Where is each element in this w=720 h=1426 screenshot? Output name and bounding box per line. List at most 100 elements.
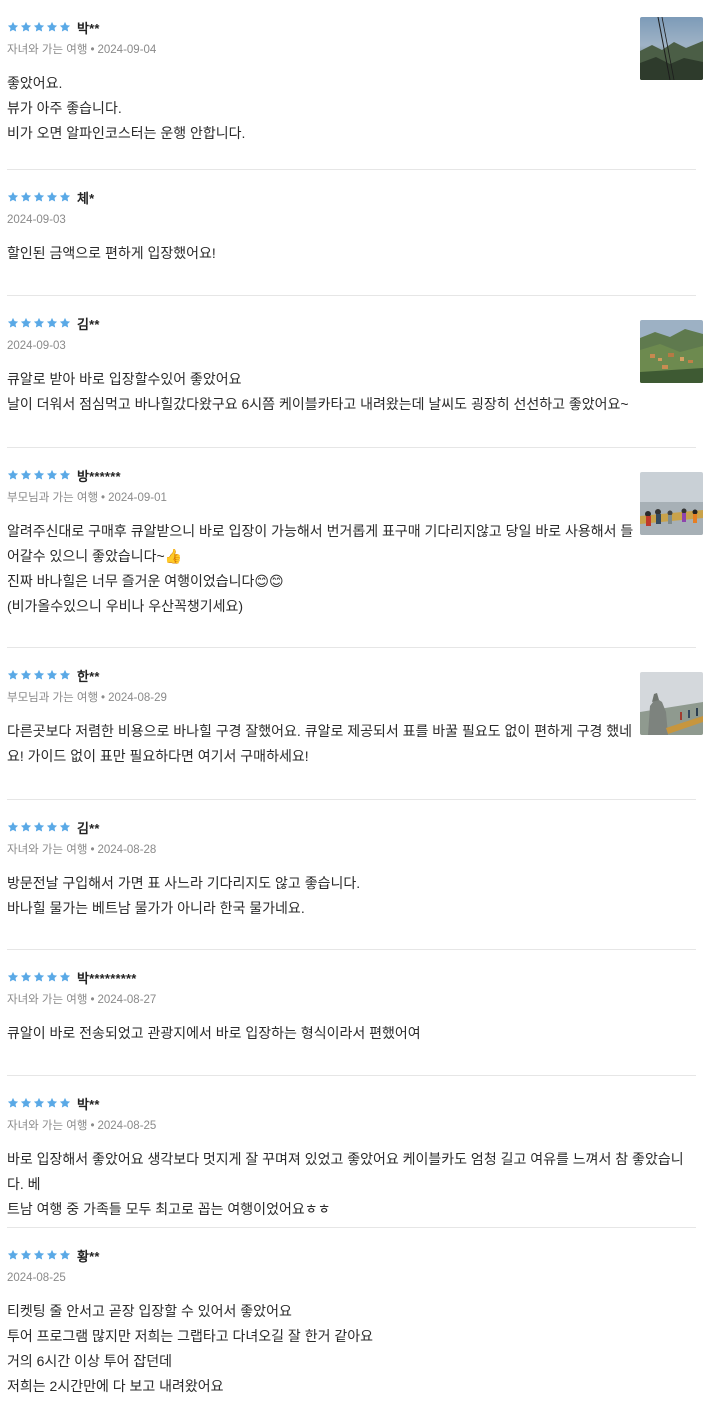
- review-text: 다른곳보다 저렴한 비용으로 바나힐 구경 잘했어요. 큐알로 제공되서 표를 …: [7, 719, 696, 769]
- review-text: 큐알이 바로 전송되었고 관광지에서 바로 입장하는 형식이라서 편했어여: [7, 1021, 696, 1046]
- review-date: 2024-08-29: [108, 692, 167, 704]
- trip-type: 자녀와 가는 여행: [7, 844, 88, 856]
- review-meta: 2024-08-25: [7, 1270, 696, 1286]
- review-text: 알려주신대로 구매후 큐알받으니 바로 입장이 가능해서 번거롭게 표구매 기다…: [7, 519, 696, 619]
- review-meta: 자녀와 가는 여행 • 2024-08-28: [7, 842, 696, 858]
- review-line: 트남 여행 중 가족들 모두 최고로 꼽는 여행이었어요ㅎㅎ: [7, 1201, 331, 1217]
- star-icon: [59, 1097, 71, 1109]
- star-rating: [7, 971, 71, 983]
- separator-dot: •: [90, 1120, 95, 1132]
- star-icon: [33, 1097, 45, 1109]
- review-date: 2024-08-28: [97, 844, 157, 856]
- star-icon: [59, 469, 71, 481]
- review-text: 좋았어요. 뷰가 아주 좋습니다. 비가 오면 알파인코스터는 운행 안합니다.: [7, 71, 696, 146]
- review-date: 2024-09-01: [108, 492, 167, 504]
- review-date: 2024-08-25: [7, 1272, 66, 1284]
- review-meta: 자녀와 가는 여행 • 2024-08-27: [7, 992, 696, 1008]
- separator-dot: •: [101, 692, 106, 704]
- reviewer-name: 김**: [77, 316, 100, 332]
- review-header: 박**: [7, 1094, 696, 1112]
- star-icon: [33, 669, 45, 681]
- review-meta: 자녀와 가는 여행 • 2024-09-04: [7, 42, 696, 58]
- review-line: 좋았어요.: [7, 75, 63, 91]
- star-icon: [59, 317, 71, 329]
- star-icon: [20, 971, 32, 983]
- review-line: 다른곳보다 저렴한 비용으로 바나힐 구경 잘했어요. 큐알로 제공되서 표를 …: [7, 723, 633, 739]
- star-icon: [20, 821, 32, 833]
- review-meta: 자녀와 가는 여행 • 2024-08-25: [7, 1118, 696, 1134]
- star-icon: [33, 821, 45, 833]
- star-icon: [20, 669, 32, 681]
- star-icon: [46, 469, 58, 481]
- reviewer-name: 황**: [77, 1248, 100, 1264]
- star-rating: [7, 317, 71, 329]
- review-item: 방****** 부모님과 가는 여행 • 2024-09-01 알려주신대로 구매후 큐…: [7, 448, 703, 648]
- review-line: 날이 더워서 점심먹고 바나힐갔다왔구요 6시쯤 케이블카타고 내려왔는데 날씨…: [7, 396, 629, 412]
- review-text: 바로 입장해서 좋았어요 생각보다 멋지게 잘 꾸며져 있었고 좋았어요 케이블…: [7, 1147, 696, 1222]
- star-rating: [7, 469, 71, 481]
- review-header: 방******: [7, 466, 696, 484]
- trip-type: 부모님과 가는 여행: [7, 492, 99, 504]
- review-date: 2024-08-27: [97, 994, 157, 1006]
- trip-type: 자녀와 가는 여행: [7, 994, 88, 1006]
- review-meta: 부모님과 가는 여행 • 2024-09-01: [7, 490, 696, 506]
- star-icon: [33, 317, 45, 329]
- star-icon: [46, 669, 58, 681]
- star-icon: [33, 191, 45, 203]
- review-text: 방문전날 구입해서 가면 표 사느라 기다리지도 않고 좋습니다. 바나힐 물가는…: [7, 871, 696, 921]
- star-icon: [20, 21, 32, 33]
- review-photo-thumbnail[interactable]: [640, 472, 703, 535]
- star-icon: [20, 317, 32, 329]
- review-item: 김** 자녀와 가는 여행 • 2024-08-28 방문전날 구입해서 가면 표 사느…: [7, 800, 696, 950]
- star-icon: [33, 469, 45, 481]
- star-icon: [7, 191, 19, 203]
- star-icon: [7, 1249, 19, 1261]
- review-header: 김**: [7, 314, 696, 332]
- review-text: 티켓팅 줄 안서고 곧장 입장할 수 있어서 좋았어요 투어 프로그램 많지만 저…: [7, 1299, 696, 1399]
- star-rating: [7, 669, 71, 681]
- star-icon: [59, 669, 71, 681]
- review-line: 바로 입장해서 좋았어요 생각보다 멋지게 잘 꾸며져 있었고 좋았어요 케이블…: [7, 1151, 684, 1192]
- review-line: 알려주신대로 구매후 큐알받으니 바로 입장이 가능해서 번거롭게 표구매 기다…: [7, 523, 634, 539]
- review-date: 2024-09-03: [7, 340, 66, 352]
- reviewer-name: 박*********: [77, 970, 137, 986]
- star-icon: [33, 1249, 45, 1261]
- review-meta: 2024-09-03: [7, 338, 696, 354]
- star-icon: [7, 317, 19, 329]
- review-header: 체*: [7, 188, 696, 206]
- review-line: 비가 오면 알파인코스터는 운행 안합니다.: [7, 125, 246, 141]
- review-item: 한** 부모님과 가는 여행 • 2024-08-29 다른곳보다 저렴한 비용으로 바…: [7, 648, 703, 800]
- star-icon: [20, 191, 32, 203]
- review-line: 방문전날 구입해서 가면 표 사느라 기다리지도 않고 좋습니다.: [7, 875, 361, 891]
- review-line: (비가올수있으니 우비나 우산꼭챙기세요): [7, 598, 244, 614]
- review-photo-thumbnail[interactable]: [640, 17, 703, 80]
- separator-dot: •: [101, 492, 106, 504]
- review-line: 티켓팅 줄 안서고 곧장 입장할 수 있어서 좋았어요: [7, 1303, 292, 1319]
- review-line: 할인된 금액으로 편하게 입장했어요!: [7, 245, 216, 261]
- reviewer-name: 방******: [77, 468, 121, 484]
- star-icon: [7, 21, 19, 33]
- review-line: 뷰가 아주 좋습니다.: [7, 100, 122, 116]
- star-rating: [7, 821, 71, 833]
- star-rating: [7, 21, 71, 33]
- separator-dot: •: [90, 44, 95, 56]
- review-line: 큐알로 받아 바로 입장할수있어 좋았어요: [7, 371, 242, 387]
- star-rating: [7, 191, 71, 203]
- review-header: 한**: [7, 666, 696, 684]
- trip-type: 자녀와 가는 여행: [7, 1120, 88, 1132]
- star-icon: [7, 821, 19, 833]
- review-photo-thumbnail[interactable]: [640, 320, 703, 383]
- review-item: 박** 자녀와 가는 여행 • 2024-08-25 바로 입장해서 좋았어요 생각보다…: [7, 1076, 696, 1228]
- review-header: 김**: [7, 818, 696, 836]
- star-icon: [7, 971, 19, 983]
- reviewer-name: 박**: [77, 1096, 100, 1112]
- review-date: 2024-09-04: [97, 44, 157, 56]
- review-line: 거의 6시간 이상 투어 잡던데: [7, 1353, 173, 1369]
- review-line: 저희는 2시간만에 다 보고 내려왔어요: [7, 1378, 224, 1394]
- review-item: 김** 2024-09-03 큐알로 받아 바로 입장할수있어 좋았어요날이 더워서…: [7, 296, 703, 448]
- trip-type: 자녀와 가는 여행: [7, 44, 88, 56]
- review-photo-thumbnail[interactable]: [640, 672, 703, 735]
- review-header: 박**: [7, 18, 696, 36]
- reviewer-name: 한**: [77, 668, 100, 684]
- review-date: 2024-08-25: [97, 1120, 157, 1132]
